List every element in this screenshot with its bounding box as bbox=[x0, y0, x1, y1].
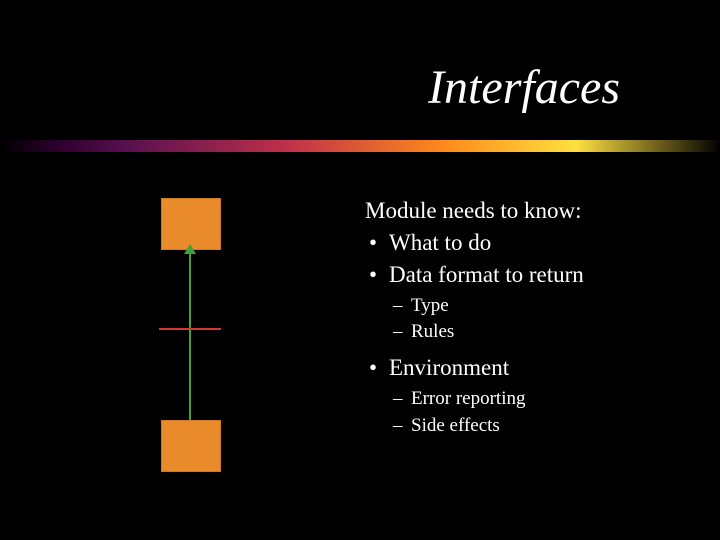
list-item: Data format to return bbox=[365, 260, 695, 290]
list-item: Error reporting bbox=[365, 387, 695, 412]
list-item: Rules bbox=[365, 320, 695, 345]
bullet-list: What to do Data format to return Type Ru… bbox=[365, 228, 695, 438]
slide-title: Interfaces bbox=[428, 60, 620, 115]
list-item: Type bbox=[365, 294, 695, 319]
sub-list: Error reporting Side effects bbox=[365, 387, 695, 438]
content-block: Module needs to know: What to do Data fo… bbox=[365, 196, 695, 446]
arrow-shaft bbox=[189, 250, 191, 420]
sub-list: Type Rules bbox=[365, 294, 695, 345]
barrier-line bbox=[159, 328, 221, 330]
gradient-divider bbox=[0, 140, 720, 152]
list-item: Side effects bbox=[365, 414, 695, 439]
module-diagram bbox=[145, 198, 305, 478]
diagram-box-top bbox=[161, 198, 221, 250]
diagram-box-bottom bbox=[161, 420, 221, 472]
list-item: What to do bbox=[365, 228, 695, 258]
content-lead: Module needs to know: bbox=[365, 196, 695, 226]
slide: Interfaces Module needs to know: What to… bbox=[0, 0, 720, 540]
list-item: Environment bbox=[365, 353, 695, 383]
